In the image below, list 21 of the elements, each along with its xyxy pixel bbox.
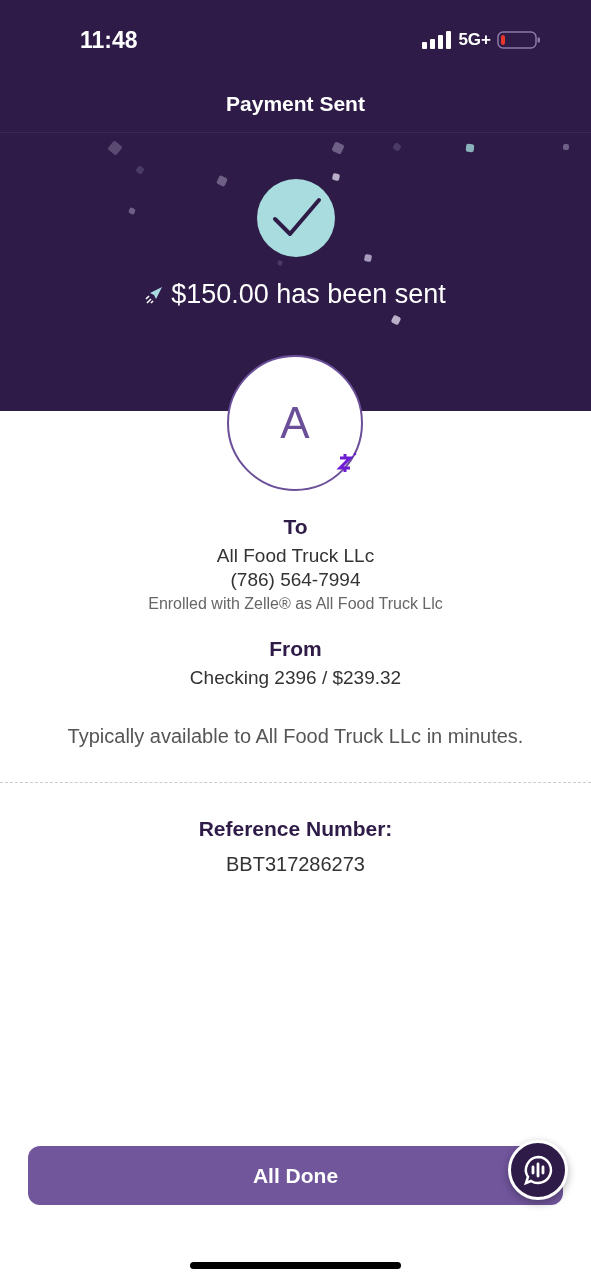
network-label: 5G+ bbox=[458, 30, 491, 50]
all-done-button[interactable]: All Done bbox=[28, 1146, 563, 1205]
paper-plane-icon bbox=[145, 285, 164, 304]
reference-label: Reference Number: bbox=[198, 817, 393, 841]
reference-number: BBT317286273 bbox=[226, 853, 365, 876]
zelle-icon bbox=[336, 451, 358, 475]
chat-icon bbox=[522, 1154, 554, 1186]
enrollment-note: Enrolled with Zelle® as All Food Truck Llc bbox=[148, 595, 443, 613]
status-time: 11:48 bbox=[80, 26, 138, 54]
availability-note: Typically available to All Food Truck LLc in minutes. bbox=[67, 725, 524, 748]
chat-button[interactable] bbox=[508, 1140, 568, 1200]
amount-sent-message: $150.00 has been sent bbox=[171, 279, 446, 310]
to-label: To bbox=[283, 515, 308, 539]
checkmark-icon bbox=[256, 179, 335, 257]
signal-icon bbox=[422, 31, 453, 49]
battery-icon bbox=[497, 30, 541, 50]
screen-title: Payment Sent bbox=[225, 92, 366, 116]
recipient-phone: (786) 564-7994 bbox=[230, 569, 361, 591]
source-account: Checking 2396 / $239.32 bbox=[189, 667, 402, 689]
from-label: From bbox=[269, 637, 322, 661]
recipient-name: All Food Truck LLc bbox=[216, 545, 375, 567]
